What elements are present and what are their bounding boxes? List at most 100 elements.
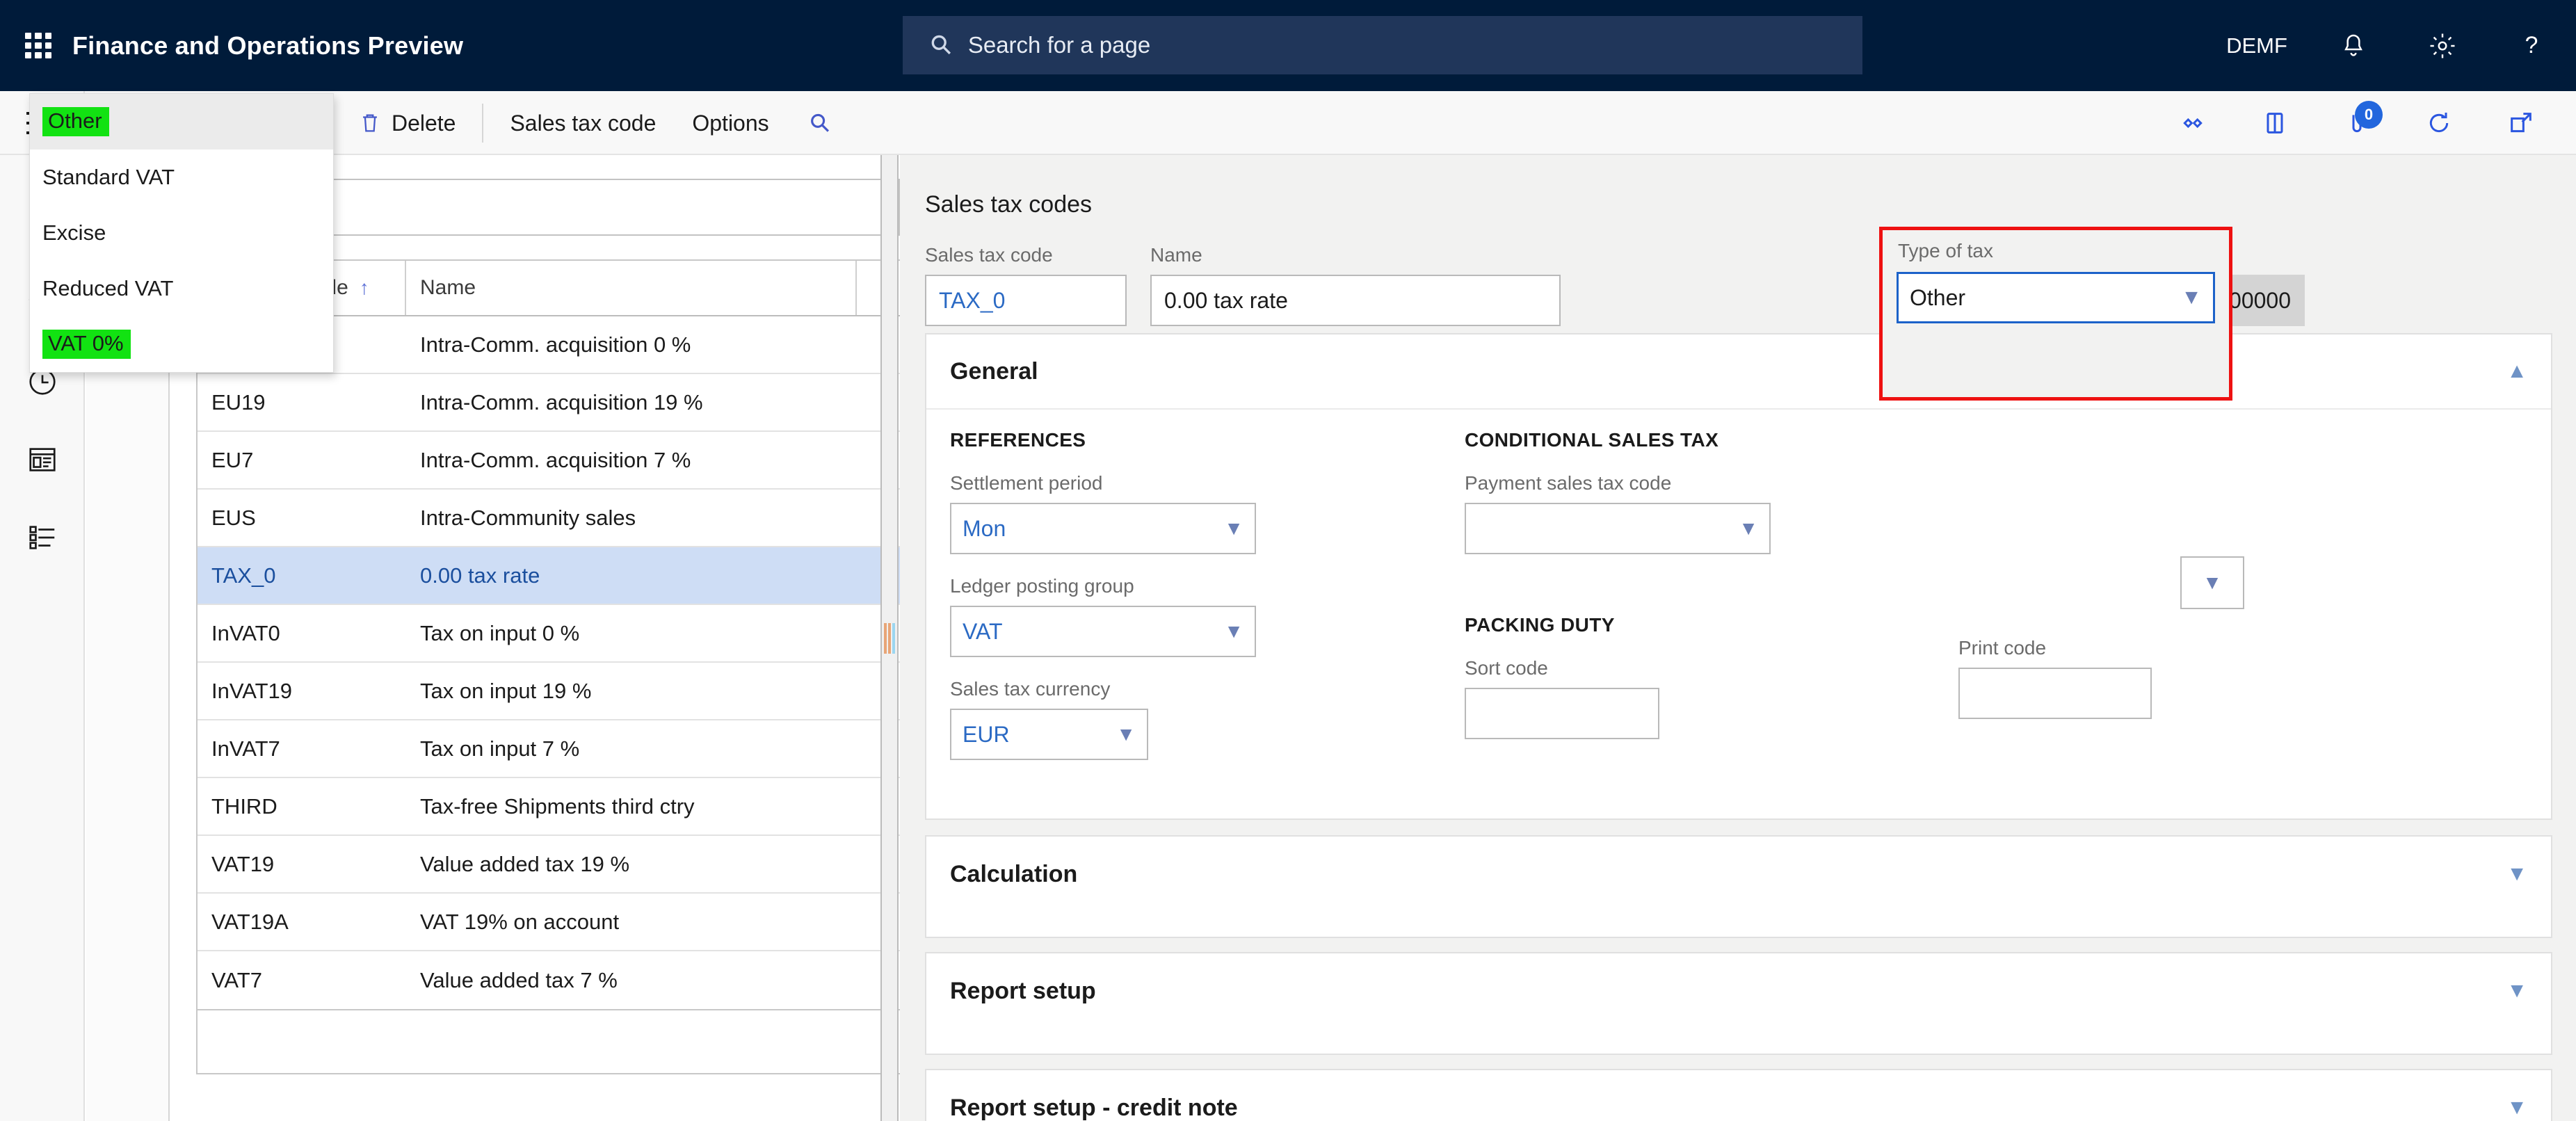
cell-name: Intra-Community sales bbox=[420, 505, 636, 530]
chevron-down-icon: ▼ bbox=[1739, 517, 1758, 539]
pane-splitter[interactable] bbox=[880, 155, 899, 1121]
company-selector[interactable]: DEMF bbox=[2205, 0, 2309, 91]
ledger-posting-group-select[interactable]: VAT ▼ bbox=[950, 606, 1256, 657]
settlement-period-value: Mon bbox=[963, 515, 1006, 541]
settlement-period-select[interactable]: Mon ▼ bbox=[950, 503, 1256, 554]
conditional-sales-tax-group: CONDITIONAL SALES TAX Payment sales tax … bbox=[1465, 429, 1979, 781]
global-search-box[interactable]: ⚲ Search for a page bbox=[903, 16, 1862, 74]
name-input[interactable]: 0.00 tax rate bbox=[1150, 275, 1561, 326]
cell-name: Tax on input 19 % bbox=[420, 678, 592, 703]
ledger-posting-group-value: VAT bbox=[963, 618, 1003, 644]
type-of-tax-select[interactable]: Other ▼ bbox=[1897, 272, 2215, 323]
occluded-lookup-select[interactable]: ▼ bbox=[2180, 556, 2244, 609]
table-row[interactable]: EU7 Intra-Comm. acquisition 7 % bbox=[198, 432, 900, 490]
payment-sales-tax-code-select[interactable]: ▼ bbox=[1465, 503, 1771, 554]
sales-tax-currency-label: Sales tax currency bbox=[950, 678, 1111, 700]
chevron-down-icon[interactable]: ▼ bbox=[2506, 1096, 2527, 1120]
table-row[interactable]: InVAT0 Tax on input 0 % bbox=[198, 605, 900, 663]
chevron-down-icon[interactable]: ▼ bbox=[2506, 979, 2527, 1003]
payment-sales-tax-code-field: Payment sales tax code ▼ bbox=[1465, 472, 1979, 554]
sort-ascending-icon: ↑ bbox=[359, 277, 369, 298]
open-in-new-window-icon[interactable] bbox=[2480, 91, 2562, 155]
cell-name: Tax on input 0 % bbox=[420, 620, 580, 645]
print-code-label: Print code bbox=[1958, 637, 2047, 659]
top-navigation-bar: Finance and Operations Preview ⚲ Search … bbox=[0, 0, 2576, 91]
action-bar-right-icons: 0 bbox=[2152, 91, 2562, 155]
table-row[interactable]: InVAT19 Tax on input 19 % bbox=[198, 663, 900, 720]
relationships-icon[interactable] bbox=[2152, 91, 2234, 155]
table-row[interactable]: THIRD Tax-free Shipments third ctry bbox=[198, 778, 900, 836]
cell-name: Tax-free Shipments third ctry bbox=[420, 793, 695, 818]
action-bar: Save New Delete Sales tax code Options ⚲ bbox=[0, 91, 2576, 155]
column-header-name[interactable]: Name bbox=[406, 261, 857, 315]
settlement-period-field: Settlement period Mon ▼ bbox=[950, 472, 1465, 554]
type-of-tax-option[interactable]: Other bbox=[30, 94, 333, 150]
chevron-down-icon: ▼ bbox=[1224, 620, 1243, 642]
type-of-tax-option-label: Excise bbox=[42, 220, 106, 245]
cell-sales-tax-code: VAT19A bbox=[211, 909, 289, 934]
grid-body: EU0Intra-Comm. acquisition 0 %EU19Intra-… bbox=[196, 316, 901, 1010]
splitter-grip-icon bbox=[884, 622, 895, 654]
search-icon[interactable]: ⚲ bbox=[787, 90, 853, 156]
app-launcher-icon[interactable] bbox=[22, 30, 54, 62]
table-row[interactable]: TAX_0 0.00 tax rate bbox=[198, 547, 900, 605]
delete-button[interactable]: Delete bbox=[340, 91, 474, 155]
table-row[interactable]: VAT7 Value added tax 7 % bbox=[198, 951, 900, 1009]
cell-name: 0.00 tax rate bbox=[420, 563, 540, 588]
help-question-icon[interactable]: ? bbox=[2487, 0, 2576, 91]
attachments-pane-icon[interactable] bbox=[2234, 91, 2316, 155]
type-of-tax-option-label: Other bbox=[42, 106, 109, 137]
refresh-icon[interactable] bbox=[2398, 91, 2480, 155]
cell-sales-tax-code: InVAT7 bbox=[211, 736, 280, 761]
table-row[interactable]: VAT19A VAT 19% on account bbox=[198, 894, 900, 951]
section-report-setup-credit-note-header[interactable]: Report setup - credit note ▼ bbox=[926, 1070, 2551, 1121]
command-separator bbox=[482, 104, 484, 143]
print-code-input[interactable] bbox=[1958, 668, 2152, 719]
type-of-tax-option-label: VAT 0% bbox=[42, 329, 131, 360]
gear-icon[interactable] bbox=[2398, 0, 2487, 91]
sidebar-item-workspaces[interactable] bbox=[0, 421, 85, 499]
attachments-count-badge: 0 bbox=[2355, 101, 2383, 129]
section-report-setup-header[interactable]: Report setup ▼ bbox=[926, 953, 2551, 1029]
sidebar-item-modules[interactable] bbox=[0, 499, 85, 576]
table-row[interactable]: EUS Intra-Community sales bbox=[198, 490, 900, 547]
name-label: Name bbox=[1150, 244, 1202, 266]
section-general-header[interactable]: General ▲ bbox=[926, 334, 2551, 410]
sort-code-input[interactable] bbox=[1465, 688, 1659, 739]
ledger-posting-group-label: Ledger posting group bbox=[950, 575, 1134, 597]
sales-tax-code-menu[interactable]: Sales tax code bbox=[492, 91, 674, 155]
cell-sales-tax-code: InVAT19 bbox=[211, 678, 293, 703]
section-report-setup: Report setup ▼ bbox=[925, 952, 2552, 1055]
type-of-tax-highlight-box: Type of tax Other ▼ bbox=[1879, 227, 2232, 401]
chevron-down-icon: ▼ bbox=[2181, 286, 2202, 309]
table-row[interactable]: VAT19 Value added tax 19 % bbox=[198, 836, 900, 894]
chevron-down-icon[interactable]: ▼ bbox=[2506, 862, 2527, 886]
table-row[interactable]: InVAT7 Tax on input 7 % bbox=[198, 720, 900, 778]
bell-icon[interactable] bbox=[2309, 0, 2398, 91]
page-title: Sales tax codes bbox=[925, 191, 1093, 218]
cell-name: Intra-Comm. acquisition 7 % bbox=[420, 447, 691, 472]
section-calculation-header[interactable]: Calculation ▼ bbox=[926, 837, 2551, 912]
app-title: Finance and Operations Preview bbox=[72, 31, 464, 60]
type-of-tax-option[interactable]: Excise bbox=[30, 205, 333, 261]
type-of-tax-option[interactable]: Reduced VAT bbox=[30, 261, 333, 316]
grid-footer-blank bbox=[196, 1010, 901, 1074]
table-row[interactable]: EU19 Intra-Comm. acquisition 19 % bbox=[198, 374, 900, 432]
references-group-title: REFERENCES bbox=[950, 429, 1086, 451]
type-of-tax-option[interactable]: Standard VAT bbox=[30, 150, 333, 205]
packing-duty-title: PACKING DUTY bbox=[1465, 614, 1615, 636]
cell-sales-tax-code: InVAT0 bbox=[211, 620, 280, 645]
type-of-tax-option[interactable]: VAT 0% bbox=[30, 316, 333, 372]
cell-name: VAT 19% on account bbox=[420, 909, 620, 934]
cell-sales-tax-code: VAT7 bbox=[211, 967, 262, 992]
sales-tax-code-input[interactable]: TAX_0 bbox=[925, 275, 1127, 326]
options-menu[interactable]: Options bbox=[674, 91, 787, 155]
delete-label: Delete bbox=[391, 110, 456, 136]
print-code-field: Print code bbox=[1958, 637, 2152, 719]
header-field-row: Sales tax code TAX_0 Name 0.00 tax rate … bbox=[925, 244, 2552, 326]
cell-name: Value added tax 7 % bbox=[420, 967, 618, 992]
attachments-icon[interactable]: 0 bbox=[2316, 91, 2398, 155]
sales-tax-currency-select[interactable]: EUR ▼ bbox=[950, 709, 1148, 760]
chevron-up-icon[interactable]: ▲ bbox=[2506, 360, 2527, 383]
